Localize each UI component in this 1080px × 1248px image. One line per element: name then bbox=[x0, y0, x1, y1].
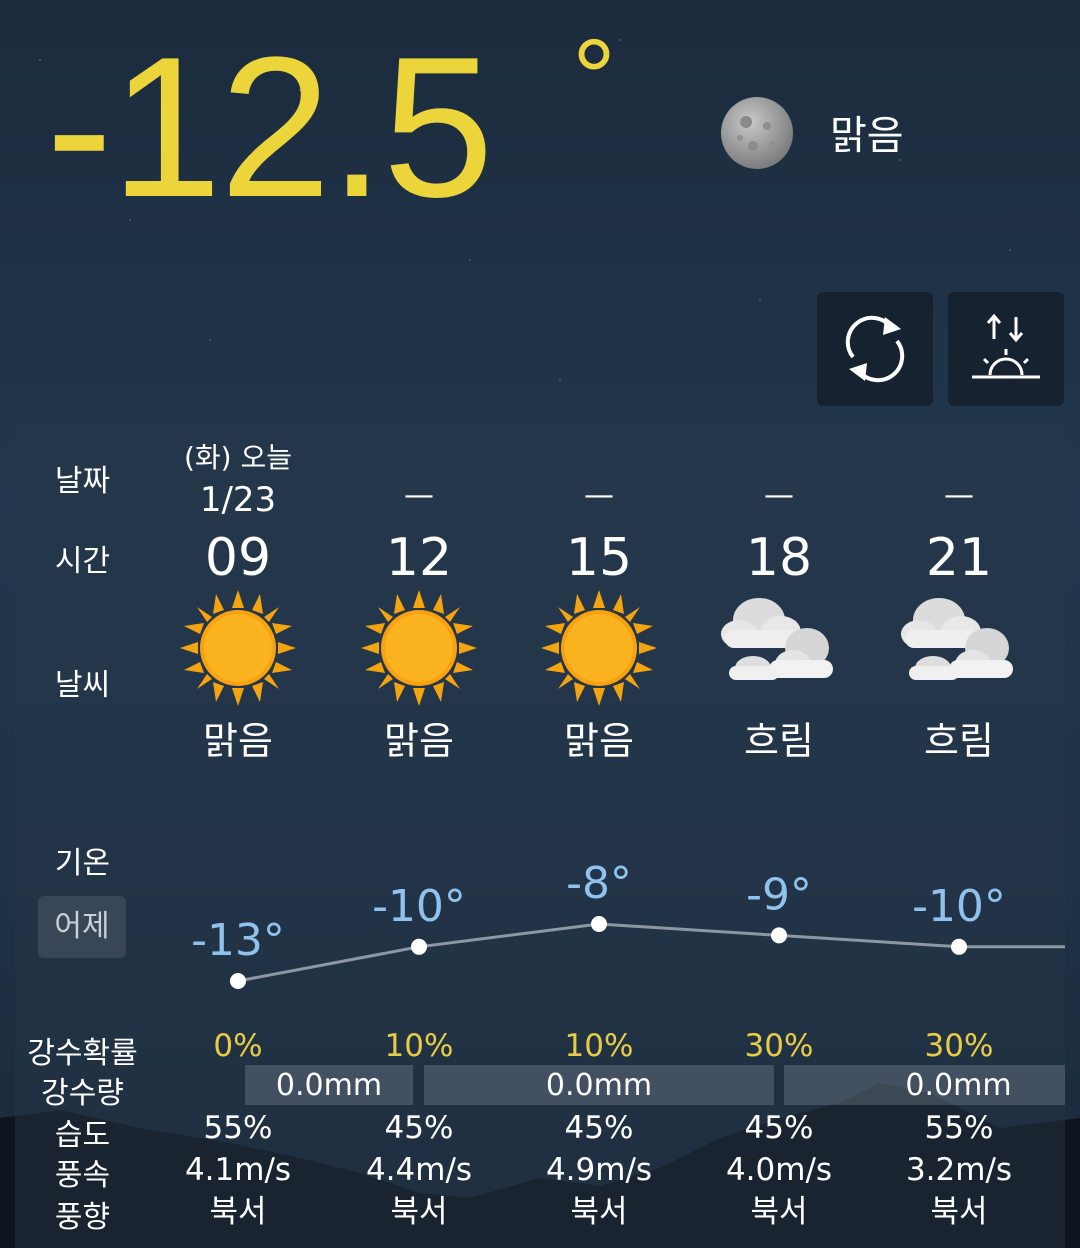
precip-prob: 0% bbox=[213, 1028, 263, 1064]
humidity: 45% bbox=[744, 1110, 814, 1146]
wind-direction: 북서 bbox=[209, 1194, 267, 1230]
date-dash: — bbox=[944, 478, 974, 513]
temperature-label: -8° bbox=[566, 858, 632, 909]
temperature-point bbox=[951, 938, 967, 955]
label-date: 날짜 bbox=[54, 464, 111, 499]
precip-prob: 30% bbox=[924, 1028, 994, 1064]
wind-speed: 4.4m/s bbox=[365, 1152, 473, 1188]
wind-speed: 3.2m/s bbox=[905, 1152, 1013, 1188]
label-humidity: 습도 bbox=[54, 1118, 111, 1153]
temperature-label: -9° bbox=[746, 869, 812, 920]
wind-speed: 4.0m/s bbox=[725, 1152, 833, 1188]
label-weather: 날씨 bbox=[54, 668, 111, 703]
precip-amount: 0.0mm bbox=[424, 1065, 774, 1105]
current-temperature: -12.5 bbox=[46, 16, 494, 239]
precip-prob: 30% bbox=[744, 1028, 814, 1064]
sun-icon bbox=[329, 590, 509, 706]
label-wind-speed: 풍속 bbox=[54, 1158, 111, 1193]
precip-amount: 0.0mm bbox=[245, 1065, 413, 1105]
sun-icon bbox=[509, 590, 689, 706]
temperature-point bbox=[230, 973, 246, 989]
label-precip-prob: 강수확률 bbox=[27, 1036, 138, 1071]
wind-direction: 북서 bbox=[390, 1194, 448, 1230]
label-precip-amount: 강수량 bbox=[41, 1076, 124, 1111]
cloudy-icon bbox=[869, 590, 1049, 700]
date-dash: — bbox=[584, 478, 614, 513]
date-day: (화) 오늘 bbox=[183, 441, 293, 474]
precip-prob: 10% bbox=[384, 1028, 454, 1064]
temperature-label: -13° bbox=[191, 915, 285, 966]
hour-label: 15 bbox=[565, 528, 633, 588]
hour-label: 18 bbox=[745, 528, 813, 588]
date-dash: — bbox=[764, 478, 794, 513]
sunrise-sunset-icon bbox=[972, 313, 1040, 379]
hour-label: 12 bbox=[385, 528, 453, 588]
hour-label: 21 bbox=[925, 528, 993, 588]
sun-icon bbox=[148, 590, 328, 706]
humidity: 45% bbox=[384, 1110, 454, 1146]
temperature-point bbox=[771, 927, 787, 944]
current-degree-symbol: ° bbox=[572, 17, 616, 140]
humidity: 45% bbox=[564, 1110, 634, 1146]
wind-direction: 북서 bbox=[570, 1194, 628, 1230]
temperature-label: -10° bbox=[912, 881, 1006, 932]
temperature-point bbox=[591, 916, 607, 932]
temperature-label: -10° bbox=[372, 881, 466, 932]
precip-amount: 0.0mm bbox=[784, 1065, 1065, 1105]
weather-condition: 맑음 bbox=[564, 719, 634, 763]
label-wind-dir: 풍향 bbox=[54, 1200, 111, 1235]
refresh-icon bbox=[845, 315, 905, 383]
weather-condition: 흐림 bbox=[924, 719, 994, 763]
humidity: 55% bbox=[924, 1110, 994, 1146]
wind-speed: 4.1m/s bbox=[184, 1152, 292, 1188]
moon-icon bbox=[721, 97, 793, 169]
current-condition: 맑음 bbox=[830, 113, 904, 159]
hour-label: 09 bbox=[204, 528, 272, 588]
temperature-point bbox=[411, 938, 427, 955]
date-value: 1/23 bbox=[199, 480, 277, 520]
humidity: 55% bbox=[203, 1110, 273, 1146]
wind-speed: 4.9m/s bbox=[545, 1152, 653, 1188]
temperature-chart: -13° -10° -8° -9° -10° bbox=[191, 858, 1065, 989]
weather-condition: 맑음 bbox=[384, 719, 454, 763]
temperature-line bbox=[237, 922, 1065, 983]
date-dash: — bbox=[404, 478, 434, 513]
cloudy-icon bbox=[689, 590, 869, 700]
weather-condition: 맑음 bbox=[203, 719, 273, 763]
precip-prob: 10% bbox=[564, 1028, 634, 1064]
sunrise-sunset-button[interactable] bbox=[948, 292, 1064, 406]
wind-direction: 북서 bbox=[930, 1194, 988, 1230]
weather-condition: 흐림 bbox=[744, 719, 814, 763]
refresh-button[interactable] bbox=[817, 292, 933, 406]
wind-direction: 북서 bbox=[750, 1194, 808, 1230]
label-time: 시간 bbox=[54, 544, 111, 579]
